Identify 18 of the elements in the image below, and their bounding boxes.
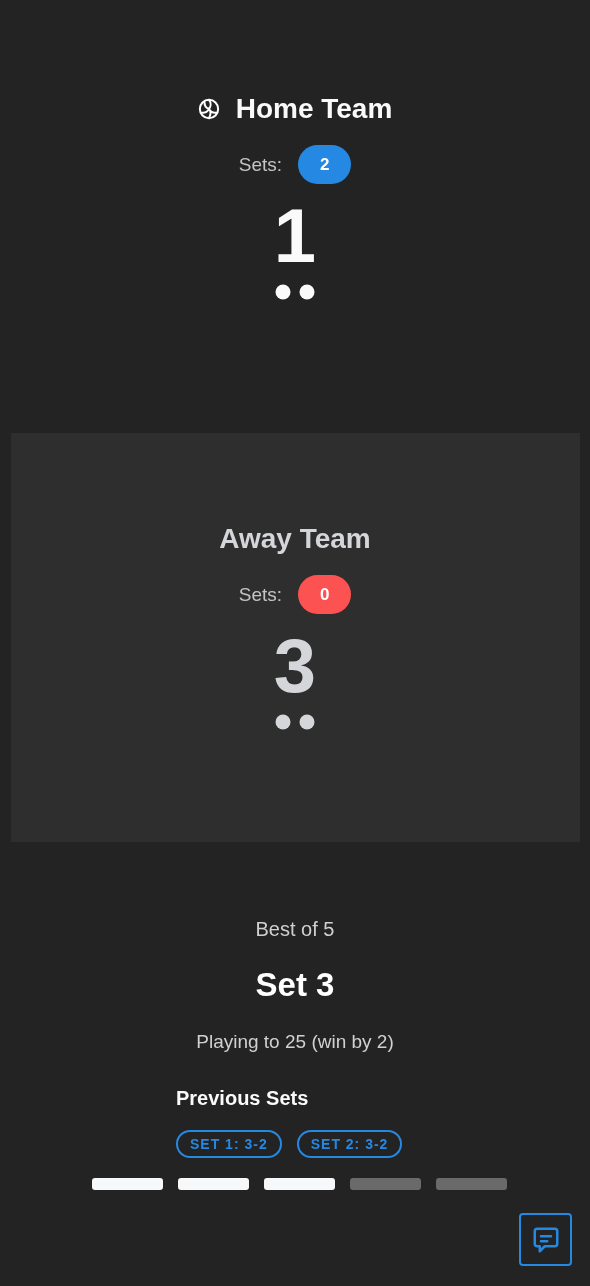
dots-icon — [275, 714, 315, 730]
sets-label: Sets: — [238, 153, 283, 176]
set-title: Set 3 — [255, 966, 335, 1004]
sets-count: 2 — [298, 145, 352, 184]
previous-sets-title: Previous Sets — [176, 1087, 310, 1110]
match-format: Best of 5 — [255, 918, 335, 941]
sets-count: 0 — [298, 575, 352, 614]
team-score: 1 — [273, 198, 317, 274]
feedback-button[interactable] — [519, 1213, 572, 1266]
dots-icon — [275, 284, 315, 300]
sets-label: Sets: — [238, 583, 283, 606]
team-name: Home Team — [235, 93, 393, 125]
set-result-chip: SET 1: 3-2 — [176, 1130, 282, 1158]
team-score: 3 — [273, 628, 317, 704]
set-rule: Playing to 25 (win by 2) — [196, 1031, 394, 1053]
set-result-chip: SET 2: 3-2 — [296, 1130, 403, 1158]
volleyball-icon — [197, 98, 220, 120]
team-name: Away Team — [219, 523, 371, 555]
